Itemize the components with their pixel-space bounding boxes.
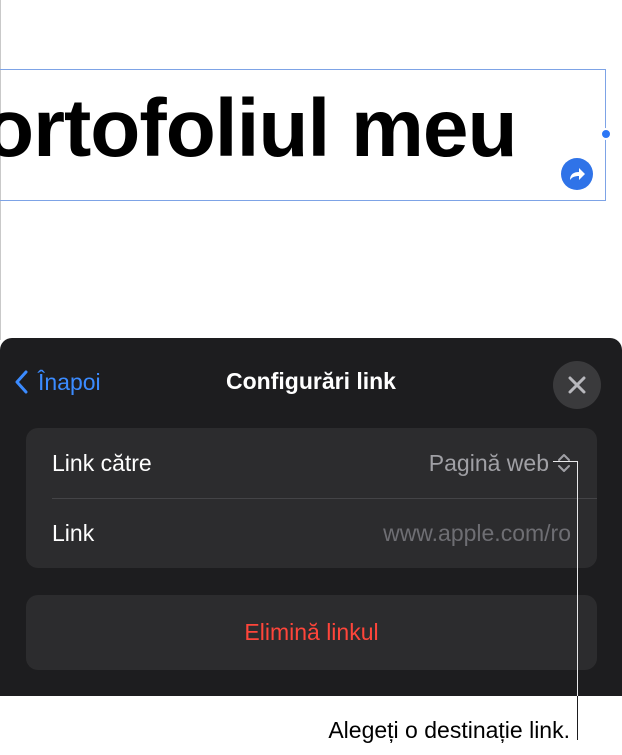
link-to-label: Link către [52, 449, 152, 476]
callout-text: Alegeți o destinație link. [328, 717, 570, 743]
callout-leader-line-lower [577, 696, 578, 740]
curved-arrow-icon [561, 158, 593, 190]
link-label: Link [52, 519, 95, 546]
close-button[interactable] [553, 361, 601, 409]
selected-text-box[interactable]: ortofoliul meu [0, 69, 606, 201]
textbox-text: ortofoliul meu [0, 83, 518, 174]
panel-title: Configurări link [226, 368, 396, 394]
callout-leader-line [553, 461, 578, 462]
link-row: Link [26, 498, 597, 568]
callout-leader-line-panel [577, 461, 578, 696]
link-to-row[interactable]: Link către Pagină web [26, 428, 597, 498]
chevron-up-down-icon [558, 454, 570, 472]
link-settings-panel: Înapoi Configurări link Link către Pagin… [0, 338, 622, 696]
link-badge[interactable] [558, 155, 596, 193]
link-to-select[interactable]: Pagină web [429, 450, 571, 477]
remove-link-button[interactable]: Elimină linkul [26, 595, 597, 670]
link-url-field[interactable] [281, 519, 571, 547]
link-to-value: Pagină web [428, 449, 549, 476]
close-icon [568, 376, 586, 394]
resize-handle[interactable] [600, 128, 612, 140]
link-settings-group: Link către Pagină web Link [26, 428, 597, 568]
